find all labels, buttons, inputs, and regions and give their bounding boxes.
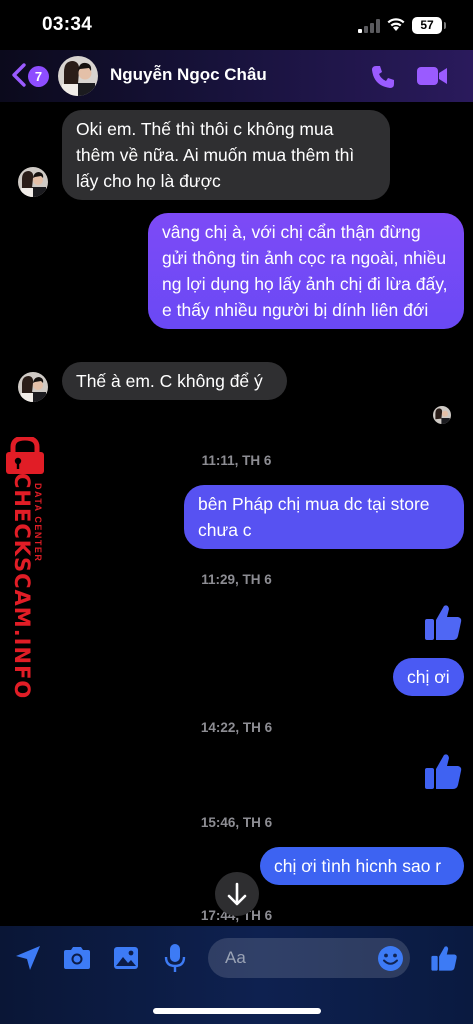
signal-icon xyxy=(358,19,380,33)
camera-icon[interactable] xyxy=(62,945,92,971)
lock-icon xyxy=(6,437,44,474)
scroll-to-bottom-button[interactable] xyxy=(215,872,259,916)
timestamp: 11:11, TH 6 xyxy=(201,453,272,468)
video-camera-icon[interactable] xyxy=(416,65,448,87)
message-incoming[interactable]: Oki em. Thế thì thôi c không mua thêm về… xyxy=(62,110,390,200)
timestamp: 11:29, TH 6 xyxy=(201,572,272,587)
arrow-down-icon xyxy=(227,882,247,906)
battery-indicator: 57 xyxy=(412,17,446,34)
contact-avatar[interactable] xyxy=(58,56,98,96)
contact-name[interactable]: Nguyễn Ngọc Châu xyxy=(110,65,267,85)
message-outgoing[interactable]: chị ơi xyxy=(393,658,464,696)
thumbs-up-icon[interactable] xyxy=(423,602,463,642)
gallery-icon[interactable] xyxy=(112,945,140,971)
thumbs-up-icon[interactable] xyxy=(430,944,458,972)
location-arrow-icon[interactable] xyxy=(14,944,42,972)
message-outgoing[interactable]: chị ơi tình hicnh sao r xyxy=(260,847,464,885)
watermark: CHECKSCAM.INFO DATA CENTER xyxy=(0,435,56,699)
emoji-icon[interactable] xyxy=(377,945,404,972)
message-outgoing[interactable]: bên Pháp chị mua dc tại store chưa c xyxy=(184,485,464,549)
sender-avatar[interactable] xyxy=(18,167,48,197)
home-indicator xyxy=(153,1008,321,1014)
timestamp: 14:22, TH 6 xyxy=(200,720,273,735)
status-time: 03:34 xyxy=(42,14,93,35)
timestamp: 15:46, TH 6 xyxy=(200,815,273,830)
conversation-header: 7 Nguyễn Ngọc Châu xyxy=(0,50,473,102)
read-receipt-avatar xyxy=(433,406,451,424)
sender-avatar[interactable] xyxy=(18,372,48,402)
phone-icon[interactable] xyxy=(370,64,396,90)
composer-bar: Aa xyxy=(0,926,473,1024)
back-chevron-icon[interactable] xyxy=(10,62,28,88)
message-input-placeholder: Aa xyxy=(225,948,246,967)
message-input[interactable]: Aa xyxy=(208,938,410,978)
unread-badge[interactable]: 7 xyxy=(28,66,49,87)
microphone-icon[interactable] xyxy=(164,943,186,973)
watermark-tagline: DATA CENTER xyxy=(33,483,43,563)
message-outgoing[interactable]: vâng chị à, với chị cẩn thận đừng gửi th… xyxy=(148,213,464,329)
wifi-icon xyxy=(387,18,405,31)
thumbs-up-icon[interactable] xyxy=(423,751,463,791)
message-incoming[interactable]: Thế à em. C không để ý xyxy=(62,362,287,400)
status-bar: 03:34 57 xyxy=(0,0,473,50)
watermark-brand: CHECKSCAM.INFO xyxy=(10,473,34,700)
